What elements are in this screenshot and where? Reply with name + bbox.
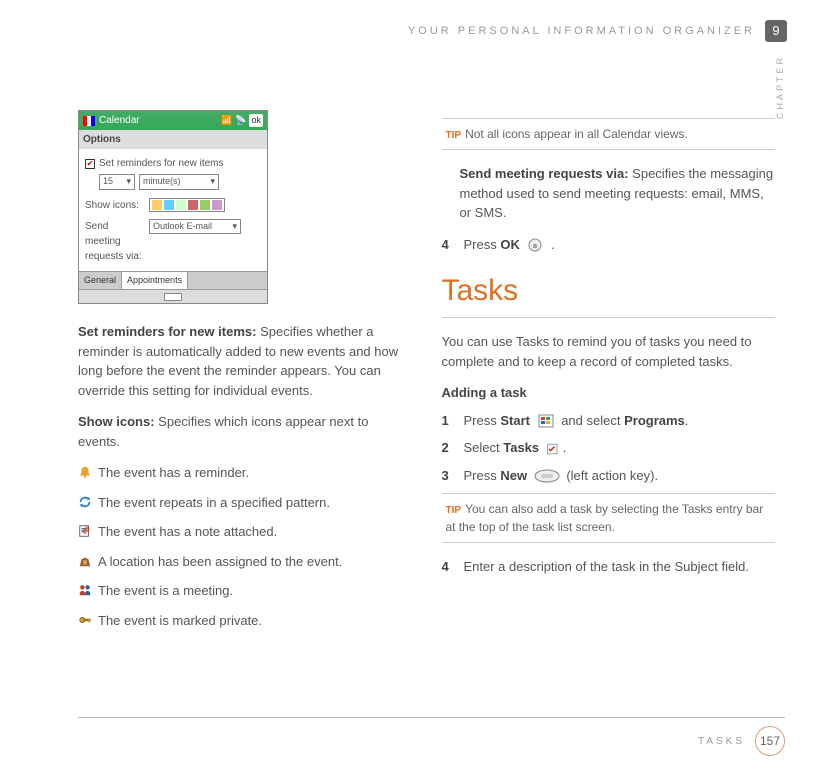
- footer-section: TASKS: [698, 734, 745, 749]
- cal-tab-appointments: Appointments: [121, 271, 188, 290]
- cal-app-name: Calendar: [99, 113, 140, 128]
- send-meeting-field: Outlook E-mail▾: [149, 219, 241, 235]
- chapter-number: 9: [765, 20, 787, 42]
- tip-box-1: TIPNot all icons appear in all Calendar …: [442, 118, 776, 150]
- icon-line-repeat: The event repeats in a specified pattern…: [78, 493, 412, 513]
- meeting-icon: [78, 583, 92, 597]
- icon-line-reminder: The event has a reminder.: [78, 463, 412, 483]
- step-3: 3 Press New (left action key).: [442, 466, 776, 486]
- adding-task-heading: Adding a task: [442, 383, 776, 403]
- cal-show-icons-label: Show icons:: [85, 198, 145, 213]
- reminder-unit-field: minute(s)▾: [139, 174, 219, 190]
- reminder-checkbox: ✔: [85, 159, 95, 169]
- tip-box-2: TIPYou can also add a task by selecting …: [442, 493, 776, 543]
- right-column: TIPNot all icons appear in all Calendar …: [442, 110, 776, 640]
- tasks-icon: [545, 441, 561, 457]
- chapter-label: CHAPTER: [774, 55, 788, 119]
- tasks-intro: You can use Tasks to remind you of tasks…: [442, 332, 776, 371]
- private-icon: [78, 613, 92, 627]
- page-number: 157: [755, 726, 785, 756]
- signal-icon: 📶: [221, 114, 232, 128]
- reminder-value-field: 15▾: [99, 174, 135, 190]
- left-column: Calendar 📶 📡 ok Options ✔ Set reminders …: [78, 110, 412, 640]
- keyboard-icon: [164, 293, 182, 301]
- tip-label: TIP: [446, 130, 462, 141]
- step-2: 2 Select Tasks .: [442, 438, 776, 458]
- cal-tabs: General Appointments: [79, 271, 267, 290]
- note-icon: [78, 524, 92, 538]
- set-reminders-para: Set reminders for new items: Specifies w…: [78, 322, 412, 400]
- cal-sip-bar: [79, 289, 267, 303]
- send-meeting-para: Send meeting requests via: Specifies the…: [442, 164, 776, 223]
- repeat-icon: [78, 495, 92, 509]
- start-icon: [536, 413, 556, 429]
- cal-set-reminders-label: Set reminders for new items: [99, 156, 224, 171]
- cal-icons-selector: [149, 198, 225, 212]
- tip-label: TIP: [446, 505, 462, 516]
- tasks-heading: Tasks: [442, 268, 776, 313]
- cal-send-meeting-label: Send meeting requests via:: [85, 219, 145, 264]
- cal-tab-general: General: [79, 272, 121, 290]
- icon-line-location: A location has been assigned to the even…: [78, 552, 412, 572]
- action-key-icon: [533, 468, 561, 484]
- antenna-icon: 📡: [235, 114, 246, 128]
- icon-line-note: The event has a note attached.: [78, 522, 412, 542]
- reminder-icon: [78, 465, 92, 479]
- page-footer: TASKS 157: [78, 717, 785, 756]
- step-1: 1 Press Start and select Programs.: [442, 411, 776, 431]
- ok-badge: ok: [249, 114, 263, 128]
- icon-line-meeting: The event is a meeting.: [78, 581, 412, 601]
- icon-line-private: The event is marked private.: [78, 611, 412, 631]
- cal-titlebar: Calendar 📶 📡 ok: [79, 111, 267, 130]
- step-4-press-ok: 4 Press OK ⊛ .: [442, 235, 776, 255]
- svg-text:⊛: ⊛: [533, 244, 538, 250]
- page-header: YOUR PERSONAL INFORMATION ORGANIZER 9: [408, 20, 787, 42]
- step-4: 4 Enter a description of the task in the…: [442, 557, 776, 577]
- calendar-screenshot: Calendar 📶 📡 ok Options ✔ Set reminders …: [78, 110, 268, 304]
- ok-button-icon: ⊛: [525, 237, 545, 253]
- location-icon: [78, 554, 92, 568]
- header-title: YOUR PERSONAL INFORMATION ORGANIZER: [408, 23, 755, 40]
- start-flag-icon: [83, 116, 95, 126]
- cal-options-header: Options: [79, 130, 267, 149]
- section-rule: [442, 317, 776, 318]
- show-icons-para: Show icons: Specifies which icons appear…: [78, 412, 412, 451]
